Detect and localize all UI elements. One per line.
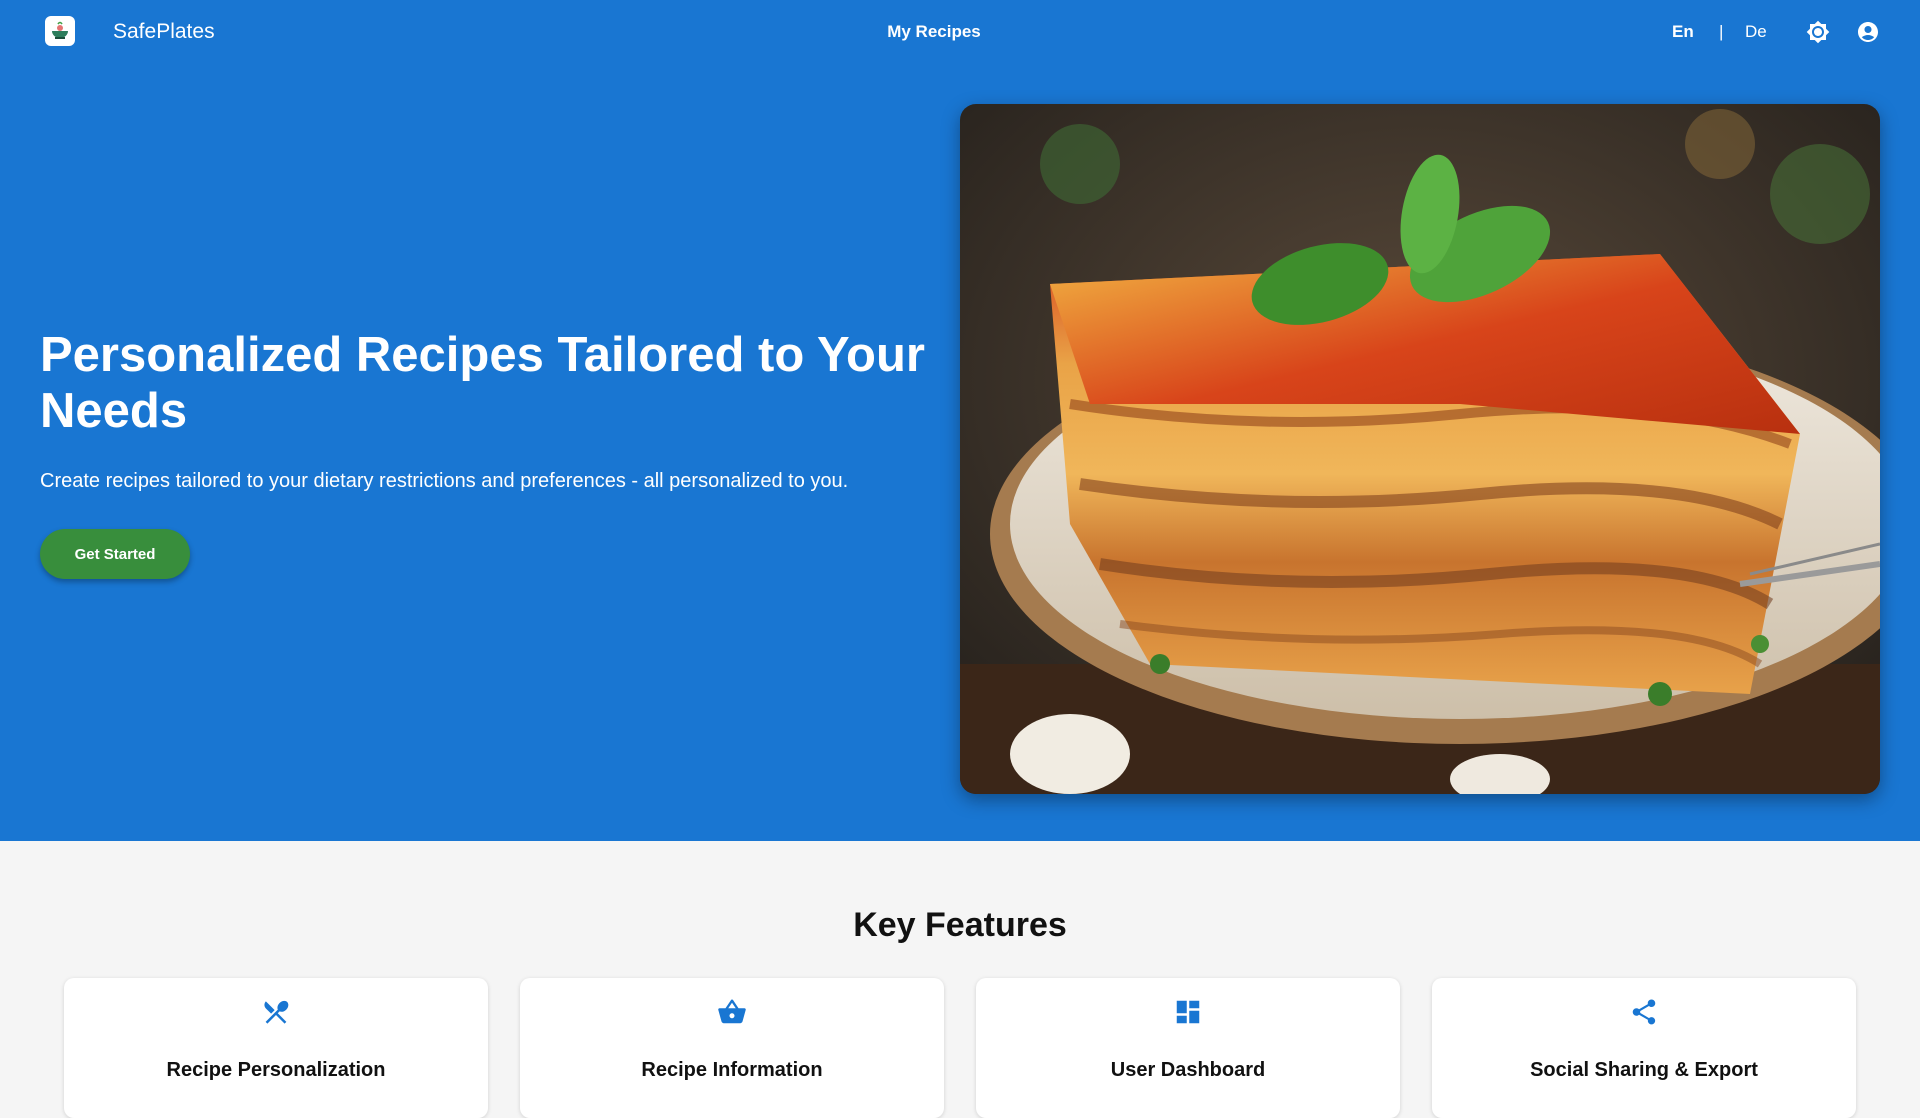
theme-toggle-button[interactable]: [1804, 18, 1832, 46]
feature-card-recipe-personalization[interactable]: Recipe Personalization: [64, 978, 488, 1118]
brightness-icon: [1806, 20, 1830, 44]
bowl-logo-icon[interactable]: [45, 16, 75, 46]
brand-name[interactable]: SafePlates: [113, 20, 215, 44]
lasagna-photo: [960, 104, 1880, 794]
feature-card-social-sharing[interactable]: Social Sharing & Export: [1432, 978, 1856, 1118]
features-heading: Key Features: [853, 906, 1067, 944]
feature-card-recipe-information[interactable]: Recipe Information: [520, 978, 944, 1118]
account-button[interactable]: [1854, 18, 1882, 46]
hero-title: Personalized Recipes Tailored to Your Ne…: [40, 328, 925, 438]
hero-subtitle: Create recipes tailored to your dietary …: [40, 470, 849, 492]
account-circle-icon: [1858, 22, 1878, 42]
language-separator: |: [1719, 22, 1724, 41]
dashboard-icon: [1173, 997, 1203, 1027]
feature-title: Social Sharing & Export: [1530, 1059, 1758, 1081]
features-list: Recipe Personalization Recipe Informatio…: [64, 978, 1856, 1118]
basket-icon: [717, 997, 747, 1027]
feature-card-user-dashboard[interactable]: User Dashboard: [976, 978, 1400, 1118]
get-started-button[interactable]: Get Started: [40, 529, 190, 579]
language-en[interactable]: En: [1672, 21, 1694, 43]
feature-title: Recipe Personalization: [166, 1059, 386, 1081]
language-de[interactable]: De: [1745, 21, 1767, 43]
feature-title: Recipe Information: [641, 1059, 823, 1081]
nav-my-recipes[interactable]: My Recipes: [870, 21, 998, 43]
feature-title: User Dashboard: [1110, 1059, 1266, 1081]
utensils-icon: [261, 997, 291, 1027]
app-bar: SafePlates My Recipes En | De: [0, 0, 1920, 64]
share-icon: [1629, 997, 1659, 1027]
hero-section: Personalized Recipes Tailored to Your Ne…: [0, 64, 1920, 841]
